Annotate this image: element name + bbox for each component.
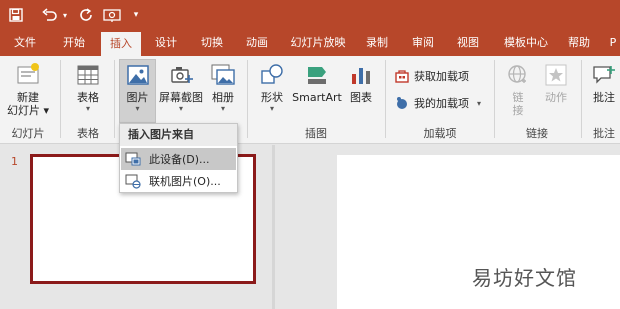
save-icon[interactable] (6, 6, 26, 24)
screenshot-button[interactable]: 屏幕截图 ▾ (158, 62, 204, 114)
picture-icon (125, 62, 151, 88)
shapes-label: 形状 (261, 91, 283, 104)
chevron-down-icon: ▾ (85, 104, 90, 113)
comment-icon (591, 62, 617, 88)
get-addins-label: 获取加载项 (414, 70, 469, 83)
link-label-line2: 接 (512, 104, 524, 117)
tab-view[interactable]: 视图 (449, 30, 487, 56)
new-slide-label-line2: 幻灯片 ▾ (6, 104, 50, 117)
undo-dropdown-icon[interactable]: ▾ (60, 6, 70, 24)
group-label-comments: 批注 (593, 127, 615, 140)
menu-item-label: 此设备(D)... (149, 153, 210, 166)
get-addins-button[interactable]: 获取加载项 (394, 66, 469, 86)
action-label: 动作 (545, 91, 567, 104)
my-addins-icon (394, 95, 410, 111)
chevron-down-icon: ▾ (135, 104, 140, 113)
new-slide-icon (15, 62, 41, 88)
tab-file[interactable]: 文件 (6, 30, 44, 56)
smartart-icon (304, 62, 330, 88)
screenshot-icon (168, 62, 194, 88)
watermark-text: 易坊好文馆 (472, 266, 577, 290)
menu-item-label: 联机图片(O)... (149, 175, 221, 188)
comment-label: 批注 (593, 91, 615, 104)
menu-item-this-device[interactable]: 此设备(D)... (121, 148, 236, 170)
undo-icon[interactable] (40, 6, 60, 24)
chevron-down-icon: ▾ (477, 98, 482, 108)
table-label: 表格 (77, 91, 99, 104)
tab-animations[interactable]: 动画 (238, 30, 276, 56)
link-label-line1: 链 (512, 91, 524, 104)
photo-album-button[interactable]: 相册 ▾ (206, 62, 240, 114)
ribbon-tab-bar: 文件 开始 插入 设计 切换 动画 幻灯片放映 录制 审阅 视图 模板中心 帮助… (0, 30, 620, 56)
smartart-button[interactable]: SmartArt (292, 62, 342, 104)
link-globe-icon (505, 62, 531, 88)
group-separator (60, 60, 61, 138)
chevron-down-icon: ▾ (178, 104, 183, 113)
dropdown-header: 插入图片来自 (120, 124, 237, 146)
tab-overflow[interactable]: P (606, 30, 620, 56)
tab-design[interactable]: 设计 (147, 30, 185, 56)
group-separator (385, 60, 386, 138)
my-addins-button[interactable]: 我的加载项 ▾ (394, 93, 481, 113)
pictures-button[interactable]: 图片 ▾ (119, 62, 156, 114)
chart-button[interactable]: 图表 (344, 62, 378, 104)
chevron-down-icon: ▾ (269, 104, 274, 113)
group-separator (494, 60, 495, 138)
tab-insert[interactable]: 插入 (101, 32, 141, 56)
chevron-down-icon: ▾ (220, 104, 225, 113)
tab-help[interactable]: 帮助 (560, 30, 598, 56)
photo-album-label: 相册 (212, 91, 234, 104)
photo-album-icon (210, 62, 236, 88)
chart-label: 图表 (350, 91, 372, 104)
store-icon (394, 68, 410, 84)
group-label-links: 链接 (526, 127, 548, 140)
group-separator (114, 60, 115, 138)
group-label-illustrations: 插图 (305, 127, 327, 140)
tab-transitions[interactable]: 切换 (193, 30, 231, 56)
group-label-slides: 幻灯片 (11, 127, 45, 140)
menu-item-online-pictures[interactable]: 联机图片(O)... (121, 170, 236, 192)
title-bar: ▾ ▾ (0, 0, 620, 30)
tab-home[interactable]: 开始 (55, 30, 93, 56)
shapes-button[interactable]: 形状 ▾ (254, 62, 290, 114)
new-slide-label-line1: 新建 (17, 91, 39, 104)
group-separator (247, 60, 248, 138)
tab-slideshow[interactable]: 幻灯片放映 (284, 30, 352, 56)
ribbon: 新建 幻灯片 ▾ 幻灯片 表格 ▾ 表格 图片 ▾ 屏幕截图 ▾ 相册 ▾ 形状… (0, 56, 620, 144)
action-star-icon (543, 62, 569, 88)
link-button[interactable]: 链 接 (500, 62, 536, 117)
group-label-tables: 表格 (77, 127, 99, 140)
tab-template-center[interactable]: 模板中心 (496, 30, 556, 56)
tab-record[interactable]: 录制 (358, 30, 396, 56)
smartart-label: SmartArt (292, 91, 342, 104)
group-separator (581, 60, 582, 138)
tab-review[interactable]: 审阅 (404, 30, 442, 56)
table-icon (75, 62, 101, 88)
group-label-addins: 加载项 (423, 127, 457, 140)
chart-icon (348, 62, 374, 88)
present-from-start-icon[interactable] (101, 6, 123, 24)
pictures-label: 图片 (126, 91, 149, 104)
insert-picture-dropdown: 插入图片来自 此设备(D)... 联机图片(O)... (119, 123, 238, 193)
customize-qat-icon[interactable]: ▾ (130, 6, 142, 24)
redo-icon[interactable] (76, 6, 96, 24)
table-button[interactable]: 表格 ▾ (68, 62, 108, 114)
my-addins-label: 我的加载项 (414, 97, 469, 110)
device-image-icon (125, 151, 141, 167)
screenshot-label: 屏幕截图 (159, 91, 203, 104)
slide-number: 1 (11, 155, 18, 168)
shapes-icon (259, 62, 285, 88)
comment-button[interactable]: 批注 (588, 62, 620, 104)
new-slide-button[interactable]: 新建 幻灯片 ▾ (6, 62, 50, 117)
online-image-icon (125, 173, 141, 189)
action-button[interactable]: 动作 (538, 62, 574, 104)
